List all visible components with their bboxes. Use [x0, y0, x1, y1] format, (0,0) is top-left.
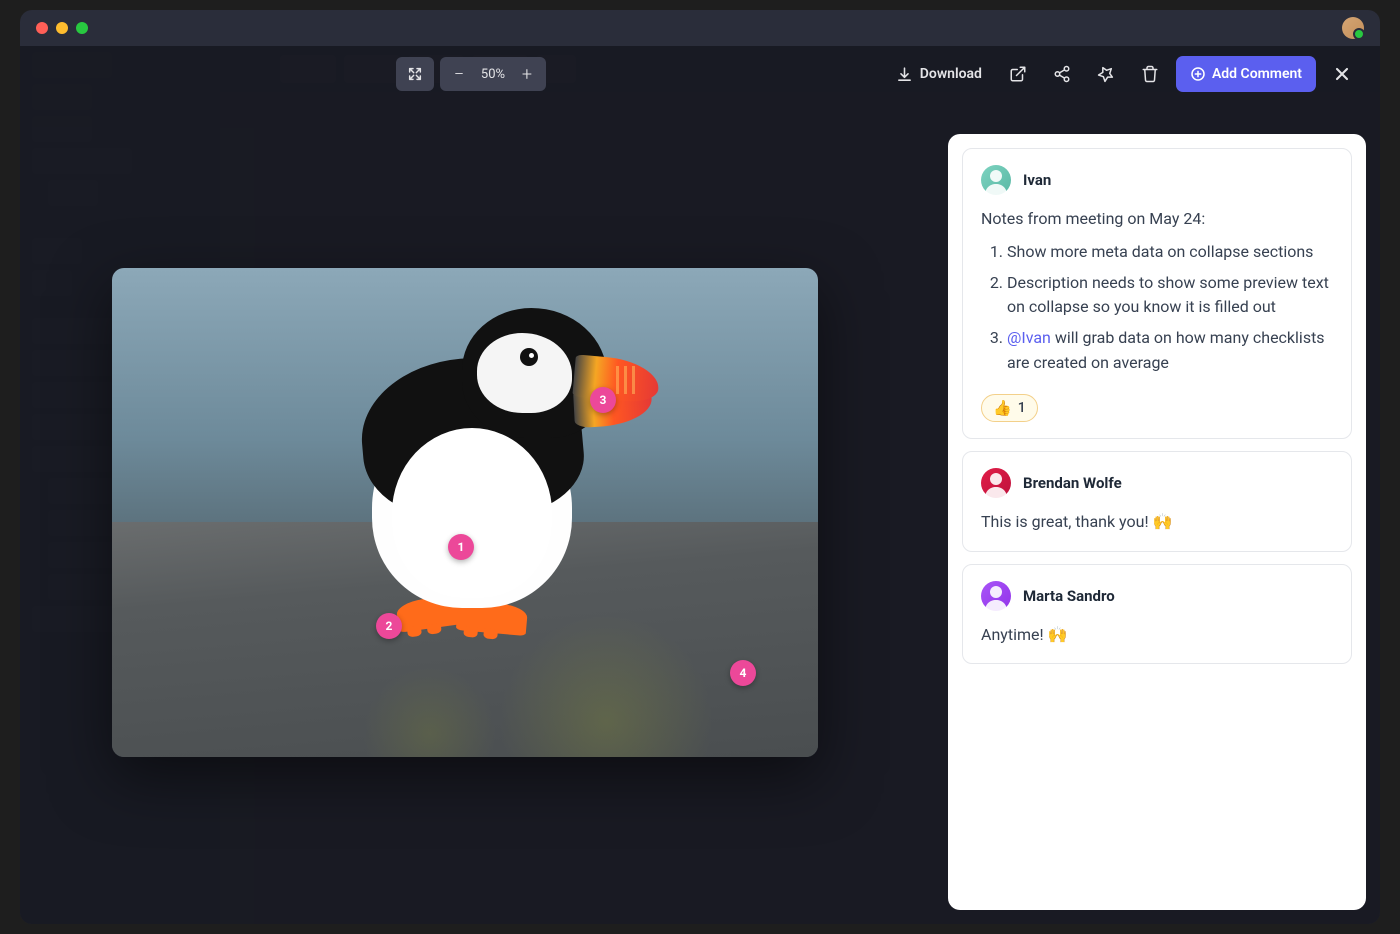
comment-card: Brendan Wolfe This is great, thank you! 🙌 — [962, 451, 1352, 552]
comment-avatar[interactable] — [981, 468, 1011, 498]
pin-icon — [1097, 65, 1115, 83]
viewer-toolbar: − 50% + Download — [20, 46, 1380, 102]
annotation-pin-4[interactable]: 4 — [730, 660, 756, 686]
add-comment-button[interactable]: Add Comment — [1176, 56, 1316, 92]
comment-card: Marta Sandro Anytime! 🙌 — [962, 564, 1352, 665]
titlebar — [20, 10, 1380, 46]
comment-author: Ivan — [1023, 171, 1051, 189]
fullscreen-button[interactable] — [396, 57, 434, 91]
zoom-out-button[interactable]: − — [444, 59, 474, 89]
app-window: − 50% + Download — [20, 10, 1380, 924]
comment-body: Anytime! 🙌 — [981, 623, 1333, 648]
comment-card: Ivan Notes from meeting on May 24:Show mo… — [962, 148, 1352, 439]
traffic-lights — [36, 22, 88, 34]
annotation-pin-3[interactable]: 3 — [590, 387, 616, 413]
close-viewer-button[interactable] — [1324, 56, 1360, 92]
current-user-avatar[interactable] — [1342, 17, 1364, 39]
open-external-button[interactable] — [1000, 56, 1036, 92]
mention-link[interactable]: @Ivan — [1007, 328, 1051, 347]
reaction-pill[interactable]: 👍1 — [981, 394, 1038, 422]
share-button[interactable] — [1044, 56, 1080, 92]
zoom-control: − 50% + — [440, 57, 546, 91]
external-link-icon — [1009, 65, 1027, 83]
download-label: Download — [920, 66, 982, 82]
comment-body: This is great, thank you! 🙌 — [981, 510, 1333, 535]
comments-panel: Ivan Notes from meeting on May 24:Show mo… — [948, 134, 1366, 910]
comment-avatar[interactable] — [981, 165, 1011, 195]
close-window-button[interactable] — [36, 22, 48, 34]
comment-body: Notes from meeting on May 24:Show more m… — [981, 207, 1333, 376]
comment-author: Brendan Wolfe — [1023, 474, 1122, 492]
minimize-window-button[interactable] — [56, 22, 68, 34]
image-preview[interactable]: 1 2 3 4 — [112, 268, 818, 757]
zoom-level-label: 50% — [474, 67, 512, 82]
share-icon — [1053, 65, 1071, 83]
comment-author: Marta Sandro — [1023, 587, 1115, 605]
trash-icon — [1141, 65, 1159, 83]
add-comment-icon — [1190, 66, 1206, 82]
comment-avatar[interactable] — [981, 581, 1011, 611]
zoom-in-button[interactable]: + — [512, 59, 542, 89]
expand-icon — [407, 66, 423, 82]
image-content — [112, 268, 818, 757]
annotation-pin-2[interactable]: 2 — [376, 613, 402, 639]
download-button[interactable]: Download — [886, 56, 992, 92]
delete-button[interactable] — [1132, 56, 1168, 92]
media-viewer-overlay: − 50% + Download — [20, 46, 1380, 924]
annotation-pin-1[interactable]: 1 — [448, 534, 474, 560]
download-icon — [896, 66, 913, 83]
add-comment-label: Add Comment — [1212, 66, 1302, 82]
pin-button[interactable] — [1088, 56, 1124, 92]
close-icon — [1332, 64, 1352, 84]
maximize-window-button[interactable] — [76, 22, 88, 34]
